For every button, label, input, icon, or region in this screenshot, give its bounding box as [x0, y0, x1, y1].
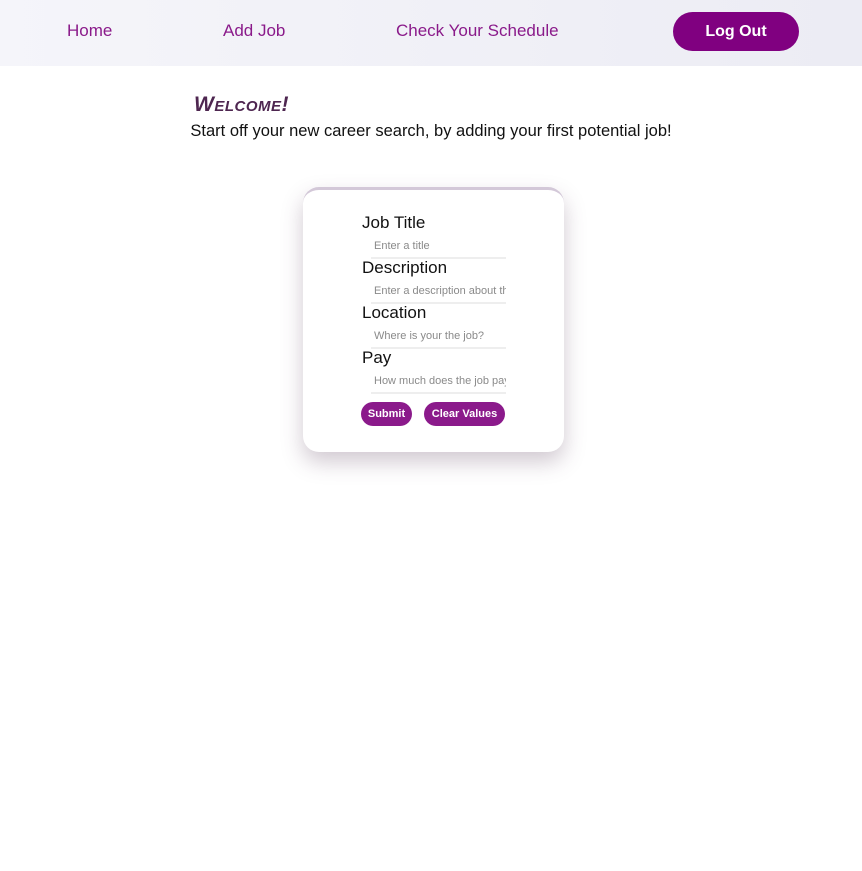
nav-home-link[interactable]: Home: [67, 21, 112, 41]
submit-button[interactable]: Submit: [361, 402, 412, 426]
pay-label: Pay: [362, 348, 392, 367]
top-navbar: Home Add Job Check Your Schedule Log Out: [0, 0, 862, 66]
logout-button[interactable]: Log Out: [673, 12, 799, 51]
location-label: Location: [362, 303, 427, 322]
description-input[interactable]: [371, 280, 506, 304]
job-title-input[interactable]: [371, 235, 506, 259]
job-title-label: Job Title: [362, 213, 426, 232]
clear-values-button[interactable]: Clear Values: [424, 402, 505, 426]
pay-input[interactable]: [371, 370, 506, 394]
add-job-form: Job Title Description Location Pay Submi…: [303, 187, 564, 452]
welcome-subtitle: Start off your new career search, by add…: [190, 122, 672, 140]
welcome-heading: Welcome!: [194, 93, 289, 116]
description-label: Description: [362, 258, 448, 277]
nav-schedule-link[interactable]: Check Your Schedule: [396, 21, 559, 41]
location-input[interactable]: [371, 325, 506, 349]
nav-add-job-link[interactable]: Add Job: [223, 21, 285, 41]
